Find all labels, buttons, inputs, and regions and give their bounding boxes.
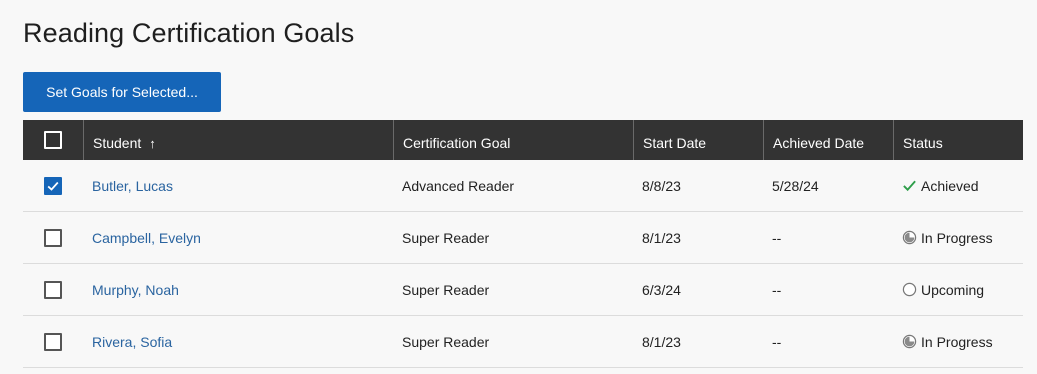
table-row: Campbell, Evelyn Super Reader 8/1/23 -- In P… (23, 212, 1023, 264)
column-header-achieved-date[interactable]: Achieved Date (763, 120, 893, 160)
student-link[interactable]: Murphy, Noah (92, 282, 179, 298)
achieved-date-cell: -- (772, 229, 782, 246)
set-goals-button[interactable]: Set Goals for Selected... (23, 72, 221, 112)
student-cell: Butler, Lucas (83, 178, 393, 194)
student-link[interactable]: Campbell, Evelyn (92, 230, 201, 246)
goal-cell: Super Reader (402, 229, 490, 246)
column-header-student-label: Student (93, 135, 142, 151)
row-select-cell (23, 176, 83, 195)
row-select-cell (23, 332, 83, 351)
student-cell: Campbell, Evelyn (83, 230, 393, 246)
status-cell: Achieved (893, 178, 1023, 194)
row-checkbox[interactable] (44, 228, 62, 247)
column-header-goal-label: Certification Goal (403, 135, 511, 151)
arrow-up-icon: ↑ (149, 136, 156, 151)
status-cell: Upcoming (893, 282, 1023, 298)
row-select-cell (23, 280, 83, 299)
empty-circle-icon (902, 282, 917, 297)
goal-cell: Super Reader (402, 333, 490, 350)
half-circle-icon (902, 230, 917, 245)
column-header-status-label: Status (903, 135, 943, 151)
column-header-start-date-label: Start Date (643, 135, 707, 151)
start-date-cell: 8/1/23 (642, 333, 681, 350)
achieved-date-cell: -- (772, 333, 782, 350)
student-link[interactable]: Rivera, Sofia (92, 334, 172, 350)
status-cell: In Progress (893, 230, 1023, 246)
start-date-cell: 8/1/23 (642, 229, 681, 246)
start-date-cell: 6/3/24 (642, 281, 681, 298)
table-row: Butler, Lucas Advanced Reader 8/8/23 5/28/2… (23, 160, 1023, 212)
goals-table: Student ↑ Certification Goal Start Date … (23, 120, 1023, 368)
row-checkbox[interactable] (44, 280, 62, 299)
table-header: Student ↑ Certification Goal Start Date … (23, 120, 1023, 160)
table-row: Murphy, Noah Super Reader 6/3/24 -- Upcoming (23, 264, 1023, 316)
row-checkbox[interactable] (44, 176, 62, 195)
status-label: In Progress (921, 333, 993, 350)
column-header-status[interactable]: Status (893, 120, 1023, 160)
row-checkbox[interactable] (44, 332, 62, 351)
half-circle-icon (902, 334, 917, 349)
select-all-checkbox[interactable] (44, 131, 62, 149)
column-header-achieved-date-label: Achieved Date (773, 135, 865, 151)
table-row: Rivera, Sofia Super Reader 8/1/23 -- In Prog… (23, 316, 1023, 368)
status-label: In Progress (921, 229, 993, 246)
student-cell: Rivera, Sofia (83, 334, 393, 350)
status-label: Upcoming (921, 281, 985, 298)
table-body: Butler, Lucas Advanced Reader 8/8/23 5/28/2… (23, 160, 1023, 368)
column-header-goal[interactable]: Certification Goal (393, 120, 633, 160)
student-cell: Murphy, Noah (83, 282, 393, 298)
row-select-cell (23, 228, 83, 247)
column-header-start-date[interactable]: Start Date (633, 120, 763, 160)
student-link[interactable]: Butler, Lucas (92, 178, 173, 194)
status-cell: In Progress (893, 334, 1023, 350)
header-select-all (23, 120, 83, 160)
goal-cell: Super Reader (402, 281, 490, 298)
page-title: Reading Certification Goals (23, 18, 355, 48)
goal-cell: Advanced Reader (402, 177, 515, 194)
achieved-date-cell: 5/28/24 (772, 177, 819, 194)
column-header-student[interactable]: Student ↑ (83, 120, 393, 160)
checkmark-icon (902, 178, 917, 193)
achieved-date-cell: -- (772, 281, 782, 298)
start-date-cell: 8/8/23 (642, 177, 681, 194)
status-label: Achieved (921, 177, 979, 194)
